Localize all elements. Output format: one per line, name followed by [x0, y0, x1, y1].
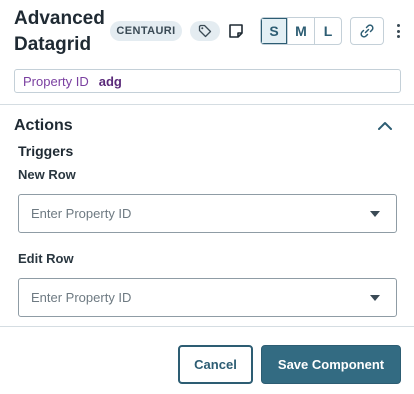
edit-row-placeholder: Enter Property ID	[31, 290, 132, 305]
divider	[0, 326, 414, 327]
new-row-label: New Row	[18, 167, 76, 182]
edit-row-label: Edit Row	[18, 251, 74, 266]
tenant-chip[interactable]: CENTAURI	[110, 21, 182, 41]
actions-section-title: Actions	[14, 117, 73, 134]
divider	[0, 104, 414, 105]
kebab-menu-icon[interactable]	[392, 21, 404, 41]
new-row-select[interactable]: Enter Property ID	[18, 194, 397, 233]
tag-button[interactable]	[190, 21, 220, 41]
caret-down-icon	[370, 211, 380, 217]
size-small-button[interactable]: S	[261, 18, 288, 44]
property-id-field[interactable]: Property ID adg	[14, 69, 401, 93]
chevron-up-icon[interactable]	[376, 119, 394, 133]
size-toggle-group: S M L	[260, 17, 342, 45]
note-icon[interactable]	[227, 22, 245, 40]
component-title: Advanced Datagrid	[14, 8, 105, 55]
save-component-button[interactable]: Save Component	[261, 345, 401, 384]
property-id-label: Property ID	[23, 73, 89, 89]
new-row-placeholder: Enter Property ID	[31, 206, 132, 221]
caret-down-icon	[370, 295, 380, 301]
link-button[interactable]	[350, 17, 384, 45]
size-large-button[interactable]: L	[315, 18, 341, 44]
link-icon	[360, 24, 374, 38]
cancel-button[interactable]: Cancel	[178, 345, 253, 384]
edit-row-select[interactable]: Enter Property ID	[18, 278, 397, 317]
triggers-title: Triggers	[18, 143, 74, 159]
property-id-value: adg	[98, 73, 122, 89]
tag-icon	[198, 24, 212, 38]
size-medium-button[interactable]: M	[288, 18, 315, 44]
